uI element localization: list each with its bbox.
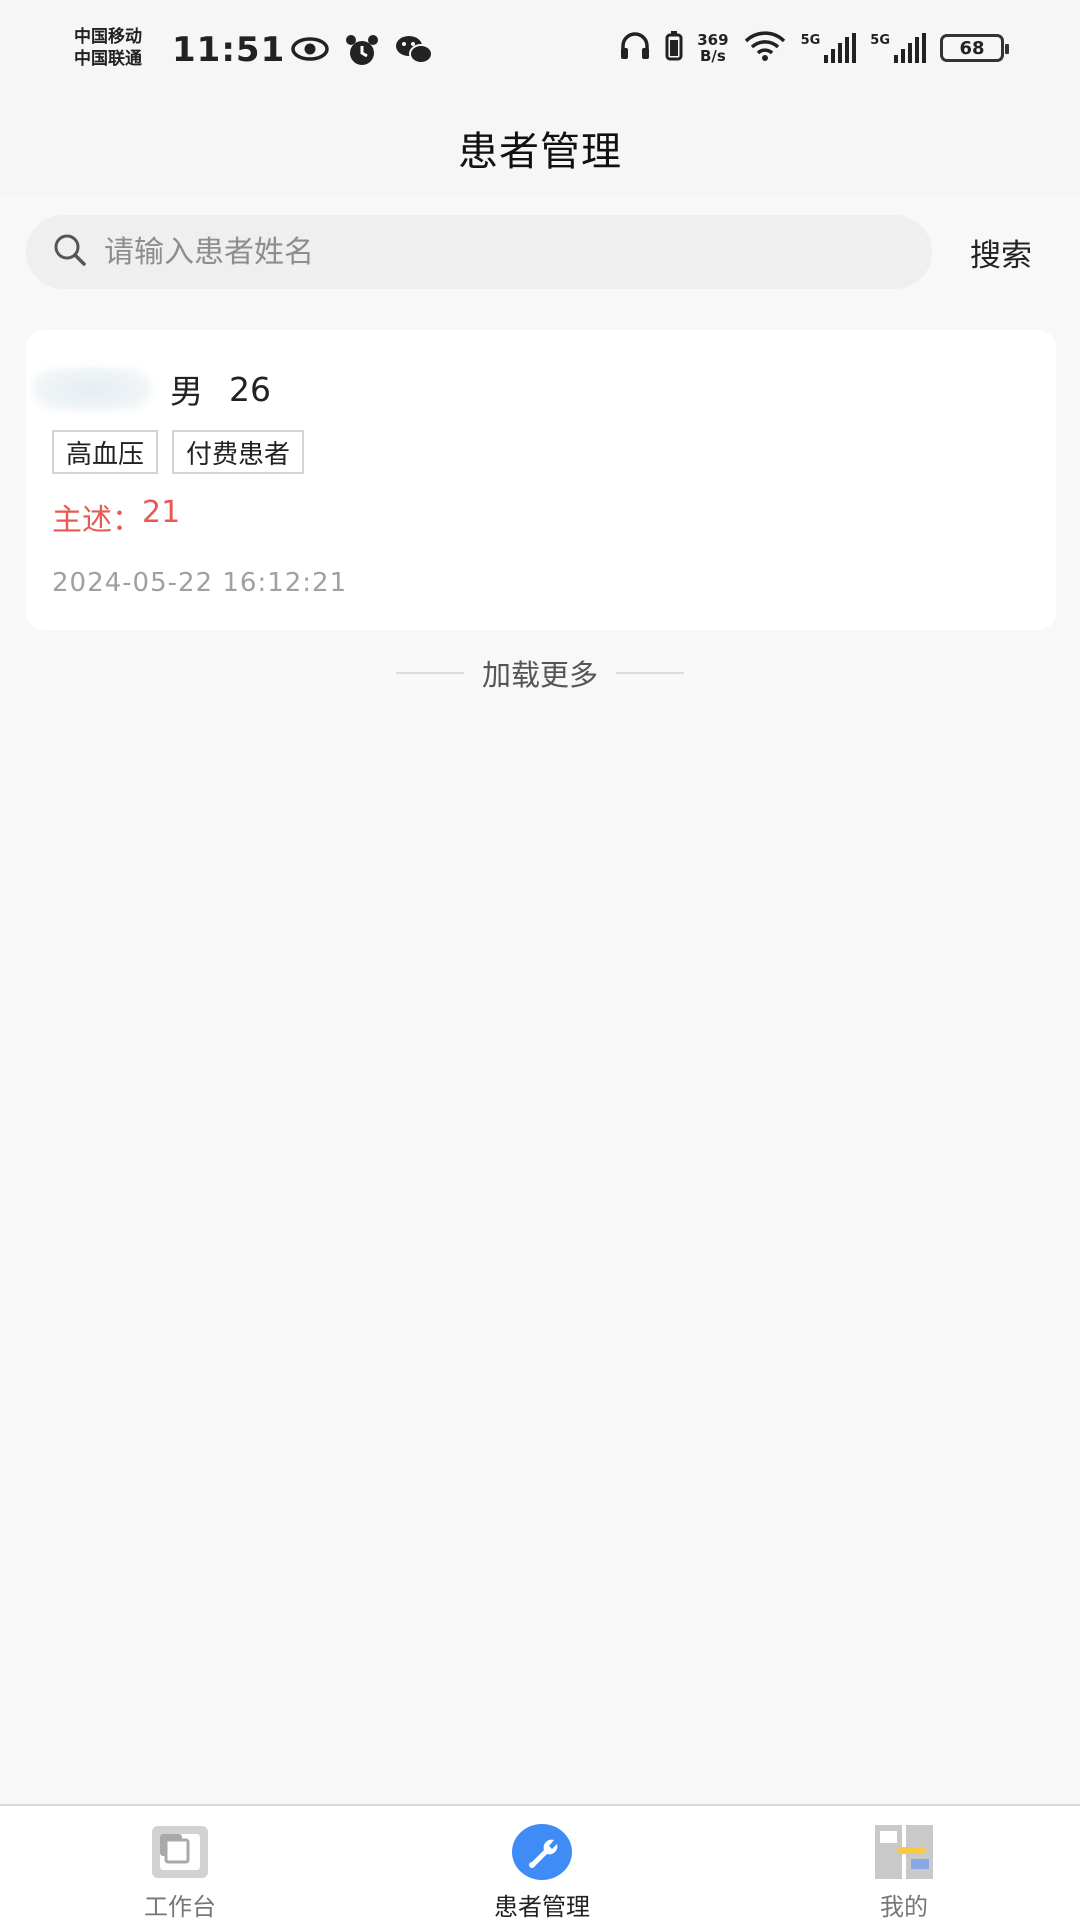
page-title: 患者管理 [458,129,622,175]
search-button[interactable]: 搜索 [970,230,1032,275]
patient-timestamp: 2024-05-22 16:12:21 [52,568,348,598]
carrier-1: 中国移动 [74,27,142,47]
search-bar: 搜索 [26,215,1056,289]
patient-info-row: 男 26 [26,354,271,424]
status-time: 11:51 [172,30,286,70]
complaint-label: 主述： [52,503,142,538]
network-type-1: 5G [800,33,821,48]
tag-paid-patient: 付费患者 [172,430,305,474]
wifi-icon [743,30,787,66]
load-more-button[interactable]: 加载更多 [482,652,598,694]
battery-small-icon [665,31,683,65]
search-input[interactable] [104,234,884,270]
patient-name-redacted [32,367,152,411]
tab-mine[interactable]: 我的 [804,1822,1004,1920]
net-speed: 369 B/s [697,32,728,64]
patient-tags: 高血压 付费患者 [52,430,305,474]
search-box[interactable] [26,215,932,289]
page-header: 患者管理 [0,100,1080,196]
carrier-2: 中国联通 [74,49,142,69]
tab-label-patient-management: 患者管理 [494,1893,590,1920]
divider-right [616,672,684,674]
battery-icon: 68 [940,34,1009,62]
status-bar: 中国移动 中国联通 11:51 369 B/s 5G 5G 68 [0,0,1080,100]
complaint-value: 21 [142,495,181,530]
net-speed-unit: B/s [699,47,726,65]
headphones-icon [619,31,651,65]
network-type-2: 5G [870,33,890,48]
search-icon [52,232,88,272]
patient-card[interactable]: 男 26 高血压 付费患者 主述： 21 2024-05-22 16:12:21 [26,330,1056,630]
tab-workbench[interactable]: 工作台 [80,1822,280,1920]
net-speed-value: 369 [697,31,729,49]
carrier-names: 中国移动 中国联通 [74,26,142,70]
workbench-icon [148,1822,212,1881]
profile-grid-icon [872,1822,936,1881]
patient-complaint: 主述： 21 [52,495,180,539]
signal-icon: 5G [870,33,926,63]
eye-icon [290,34,330,72]
status-right-icons: 369 B/s 5G 5G 68 [619,30,1009,66]
status-left-icons [290,34,434,72]
alarm-icon [344,34,380,72]
divider-left [395,672,464,674]
patient-age: 26 [229,369,271,409]
load-more: 加载更多 [0,648,1080,698]
tab-label-mine: 我的 [880,1893,928,1920]
battery-level: 68 [959,37,985,59]
tag-hypertension: 高血压 [52,430,159,474]
bottom-tab-bar: 工作台 患者管理 我的 [0,1804,1080,1920]
tab-patient-management[interactable]: 患者管理 [442,1822,642,1920]
wechat-icon [394,34,434,72]
patient-gender: 男 [170,372,203,411]
signal-icon: 5G [801,33,857,63]
wrench-icon [510,1822,574,1881]
tab-label-workbench: 工作台 [144,1893,216,1920]
